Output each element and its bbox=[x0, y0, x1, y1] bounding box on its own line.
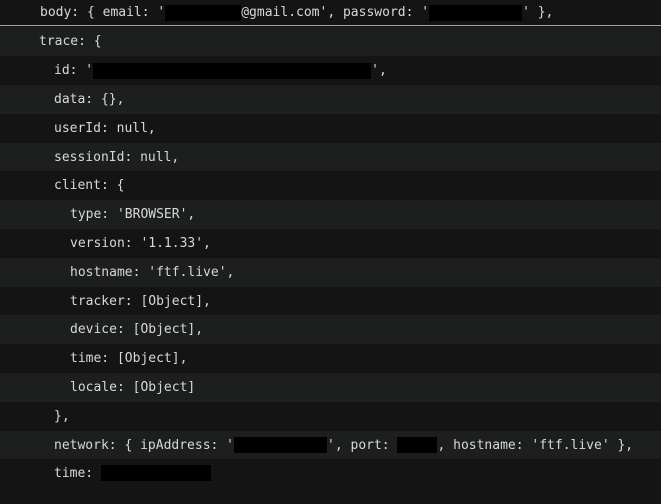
log-line-version: version: '1.1.33', bbox=[0, 229, 661, 258]
console-log: body: { email: ' @gmail.com', password: '… bbox=[0, 0, 661, 487]
log-line-type: type: 'BROWSER', bbox=[0, 200, 661, 229]
log-line-time-object: time: [Object], bbox=[0, 344, 661, 373]
log-text: userId: null, bbox=[54, 121, 156, 136]
log-text: sessionId: null, bbox=[54, 149, 180, 165]
log-line-device: device: [Object], bbox=[0, 315, 661, 344]
log-line-body: body: { email: ' @gmail.com', password: '… bbox=[0, 0, 661, 26]
log-text: type: 'BROWSER', bbox=[70, 207, 196, 222]
log-line-sessionid: sessionId: null, bbox=[0, 143, 661, 171]
log-text: ', port: bbox=[327, 437, 398, 453]
log-text: version: '1.1.33', bbox=[70, 236, 211, 251]
log-line-locale: locale: [Object] bbox=[0, 373, 661, 402]
log-line-network: network: { ipAddress: ' ', port: , hostna… bbox=[0, 431, 661, 459]
log-text: trace: { bbox=[39, 34, 102, 49]
log-line-client: client: { bbox=[0, 171, 661, 200]
log-text: data: {}, bbox=[54, 92, 125, 107]
log-text: time: [Object], bbox=[70, 351, 188, 366]
log-line-close-client: }, bbox=[0, 402, 661, 431]
log-text: id: ' bbox=[54, 63, 94, 78]
log-line-tracker: tracker: [Object], bbox=[0, 287, 661, 315]
log-text: network: { ipAddress: ' bbox=[54, 437, 235, 453]
log-text: device: [Object], bbox=[70, 322, 204, 337]
log-line-data: data: {}, bbox=[0, 85, 661, 114]
log-text: }, bbox=[54, 409, 70, 424]
redaction-port bbox=[397, 437, 438, 453]
log-text: hostname: 'ftf.live', bbox=[70, 265, 235, 280]
log-text: body: { email: ' bbox=[40, 4, 166, 20]
log-text: locale: [Object] bbox=[70, 380, 196, 395]
log-text: @gmail.com', password: ' bbox=[241, 4, 430, 20]
redaction-ip-address bbox=[234, 437, 328, 453]
redaction-email bbox=[165, 4, 242, 21]
redaction-time bbox=[100, 465, 211, 481]
log-text: ', bbox=[371, 63, 387, 78]
redaction-id bbox=[93, 62, 372, 79]
log-text: time: bbox=[54, 465, 101, 481]
log-text: , hostname: 'ftf.live' }, bbox=[437, 437, 634, 453]
log-line-id: id: ' ', bbox=[0, 56, 661, 85]
log-line-time: time: bbox=[0, 459, 661, 487]
log-text: ' }, bbox=[522, 4, 554, 20]
log-text: client: { bbox=[54, 178, 125, 193]
redaction-password bbox=[429, 4, 523, 21]
log-line-userid: userId: null, bbox=[0, 114, 661, 143]
log-text: tracker: [Object], bbox=[70, 293, 211, 309]
log-line-trace: trace: { bbox=[0, 27, 661, 56]
log-line-hostname: hostname: 'ftf.live', bbox=[0, 258, 661, 287]
